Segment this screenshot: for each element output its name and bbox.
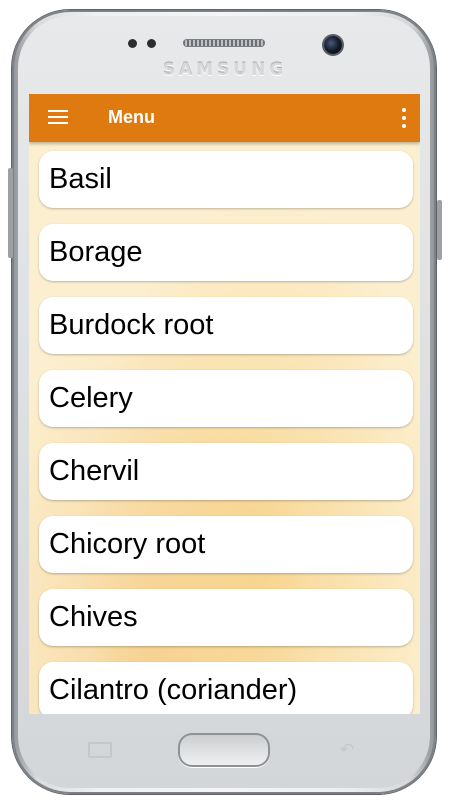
app-bar-title: Menu [108,107,155,127]
app-bar: Menu [29,94,420,142]
back-arrow-icon[interactable]: ↶ [334,741,360,758]
list-item-celery[interactable]: Celery [39,370,413,427]
list-item-label: Basil [49,163,112,195]
volume-button [8,168,13,258]
device-brand-logo: SAMSUNG [162,60,288,80]
list-item-label: Chives [49,601,138,633]
home-button[interactable] [178,733,270,767]
list-item-cilantro[interactable]: Cilantro (coriander) [39,662,413,714]
hamburger-menu-icon[interactable] [48,108,70,128]
list-item-chicory-root[interactable]: Chicory root [39,516,413,573]
list-item-label: Chervil [49,455,140,487]
list-item-label: Cilantro (coriander) [49,674,298,706]
list-item-label: Celery [49,382,133,414]
list-item-burdock-root[interactable]: Burdock root [39,297,413,354]
list-item-chervil[interactable]: Chervil [39,443,413,500]
app-screen: Menu Basil Borage Burdock root Celery Ch… [29,94,420,714]
list-item-basil[interactable]: Basil [39,151,413,208]
list-item-label: Borage [49,236,143,268]
front-camera-icon [324,36,342,54]
recent-apps-icon[interactable] [88,742,112,758]
list-item-label: Burdock root [49,309,214,341]
light-sensor-icon [147,39,156,48]
list-item-label: Chicory root [49,528,206,560]
list-item-borage[interactable]: Borage [39,224,413,281]
more-vert-icon[interactable] [398,106,410,130]
earpiece-speaker [183,39,265,47]
power-button [437,200,442,260]
list-item-chives[interactable]: Chives [39,589,413,646]
proximity-sensor-icon [128,39,137,48]
